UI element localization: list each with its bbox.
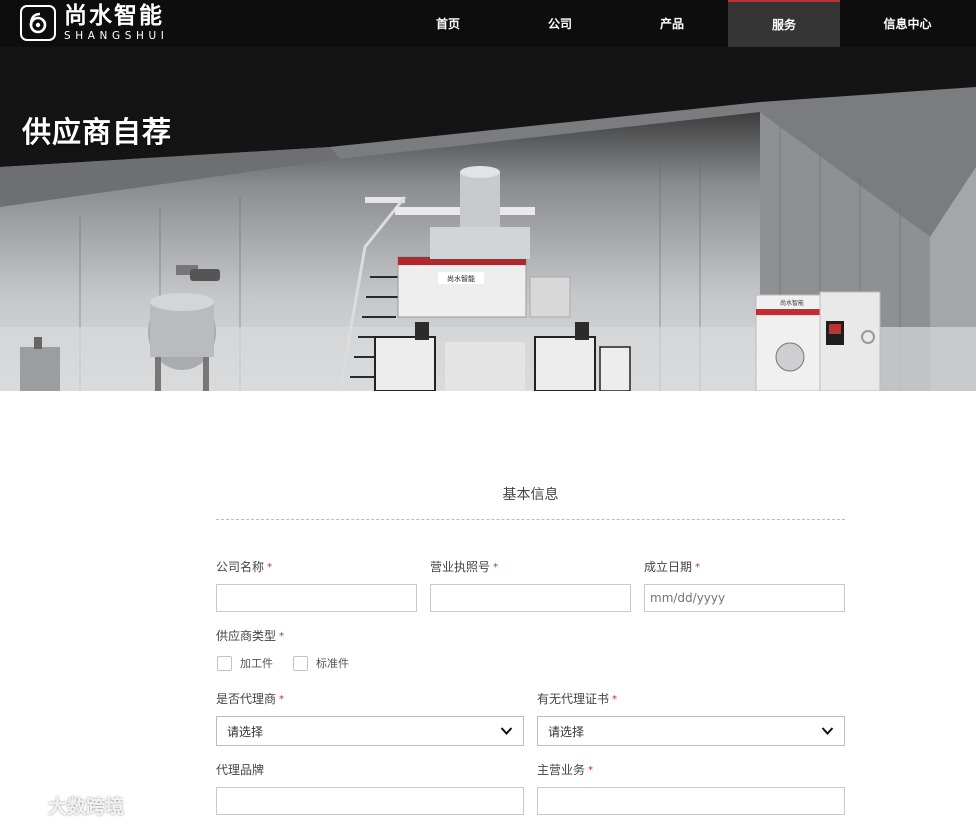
- required-mark: *: [612, 694, 618, 705]
- license-no-label: 营业执照号 *: [430, 558, 498, 575]
- company-name-label: 公司名称 *: [216, 558, 272, 575]
- logo-name-en: SHANGSHUI: [64, 29, 169, 42]
- agent-brand-input[interactable]: [216, 787, 524, 815]
- supplier-type-options: 加工件 标准件: [217, 655, 369, 671]
- chevron-down-icon: [821, 727, 834, 735]
- watermark-text: 大数跨境: [48, 796, 125, 818]
- license-no-label-text: 营业执照号: [430, 560, 491, 574]
- supplier-type-label: 供应商类型 *: [216, 627, 284, 644]
- founded-date-label: 成立日期 *: [644, 558, 700, 575]
- agent-cert-selected-value: 请选择: [548, 724, 585, 739]
- top-header: 尚水智能 SHANGSHUI 首页 公司 产品 服务 信息中心: [0, 0, 976, 47]
- nav-item-products[interactable]: 产品: [616, 0, 728, 47]
- checkbox-processed-parts[interactable]: [217, 655, 232, 671]
- company-name-label-text: 公司名称: [216, 560, 265, 574]
- checkbox-processed-parts-label: 加工件: [240, 657, 273, 670]
- required-mark: *: [267, 562, 273, 573]
- is-agent-label-text: 是否代理商: [216, 692, 277, 706]
- founded-date-label-text: 成立日期: [644, 560, 693, 574]
- agent-brand-label-text: 代理品牌: [216, 763, 265, 777]
- logo-mark-icon: [20, 5, 56, 41]
- nav-item-services[interactable]: 服务: [728, 0, 840, 47]
- brand-logo[interactable]: 尚水智能 SHANGSHUI: [20, 2, 168, 44]
- main-business-label: 主营业务 *: [537, 761, 593, 778]
- required-mark: *: [279, 694, 285, 705]
- supplier-type-label-text: 供应商类型: [216, 629, 277, 643]
- checkbox-standard-parts[interactable]: [293, 655, 308, 671]
- agent-cert-label-text: 有无代理证书: [537, 692, 610, 706]
- company-name-input[interactable]: [216, 584, 417, 612]
- hero-banner: 尚水智能 尚水智能 供应商自荐: [0, 47, 976, 391]
- section-divider: [216, 519, 845, 520]
- is-agent-selected-value: 请选择: [227, 724, 264, 739]
- main-business-input[interactable]: [537, 787, 845, 815]
- main-business-label-text: 主营业务: [537, 763, 586, 777]
- is-agent-select[interactable]: 请选择: [216, 716, 524, 746]
- page-title: 供应商自荐: [22, 115, 173, 149]
- main-nav: 首页 公司 产品 服务 信息中心: [392, 0, 975, 47]
- required-mark: *: [588, 765, 594, 776]
- required-mark: *: [695, 562, 701, 573]
- machine-badge-text: 尚水智能: [780, 299, 804, 307]
- watermark-logo-icon: [10, 797, 43, 814]
- nav-item-company[interactable]: 公司: [504, 0, 616, 47]
- chevron-down-icon: [500, 727, 513, 735]
- section-title-basic-info: 基本信息: [502, 487, 559, 503]
- watermark: 大数跨境: [8, 792, 124, 819]
- founded-date-input[interactable]: [644, 584, 845, 612]
- logo-name-cn: 尚水智能: [64, 2, 164, 29]
- required-mark: *: [493, 562, 499, 573]
- agent-brand-label: 代理品牌: [216, 761, 264, 778]
- agent-cert-select[interactable]: 请选择: [537, 716, 845, 746]
- agent-cert-label: 有无代理证书 *: [537, 690, 617, 707]
- checkbox-standard-parts-label: 标准件: [316, 657, 349, 670]
- license-no-input[interactable]: [430, 584, 631, 612]
- nav-item-home[interactable]: 首页: [392, 0, 504, 47]
- required-mark: *: [279, 631, 285, 642]
- is-agent-label: 是否代理商 *: [216, 690, 284, 707]
- hero-factory-illustration: 尚水智能 尚水智能: [0, 47, 976, 391]
- machine-badge-text: 尚水智能: [447, 274, 475, 283]
- nav-item-news[interactable]: 信息中心: [840, 0, 975, 47]
